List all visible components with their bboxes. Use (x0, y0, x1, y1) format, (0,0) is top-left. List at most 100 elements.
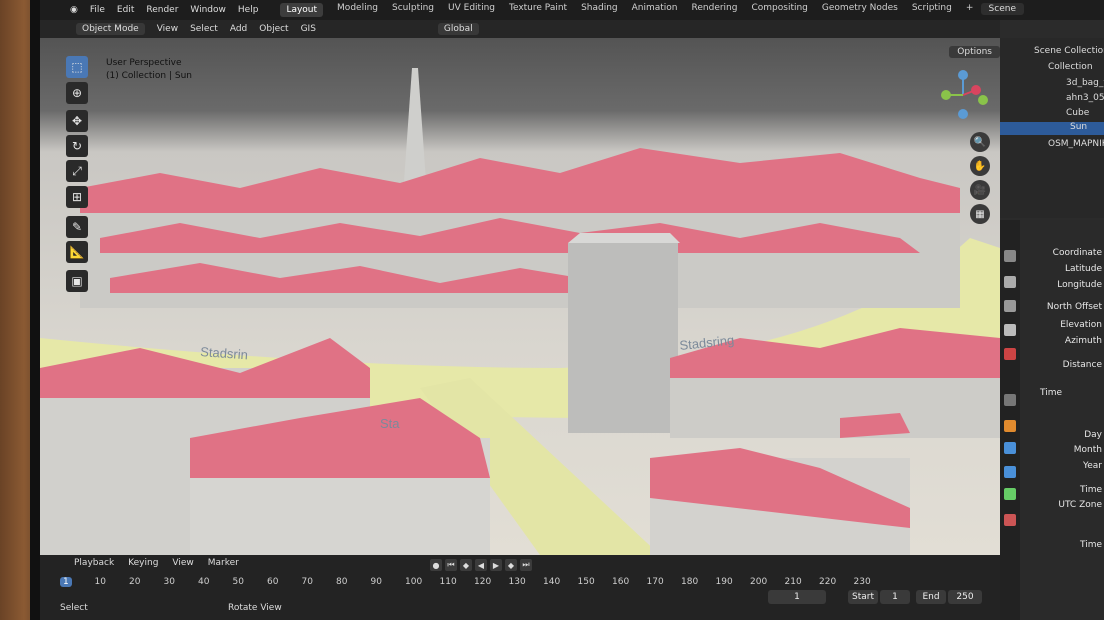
tab-shading[interactable]: Shading (581, 3, 618, 17)
outliner-scene-collection[interactable]: Scene Collection (1034, 46, 1104, 56)
outliner-osm-mapnik[interactable]: OSM_MAPNIK (1048, 139, 1104, 149)
record-icon[interactable]: ● (430, 559, 442, 571)
utc-zone-label: UTC Zone (1058, 500, 1102, 510)
outliner-ahn3[interactable]: ahn3_05 (1066, 93, 1104, 103)
menu-window[interactable]: Window (190, 5, 226, 15)
status-bar: Select Rotate View (40, 600, 1000, 620)
month-label: Month (1073, 445, 1102, 455)
object-tab-icon[interactable] (1004, 420, 1016, 432)
outliner-sun-selected[interactable]: Sun (1000, 122, 1104, 135)
menu-render[interactable]: Render (146, 5, 178, 15)
playback-menu[interactable]: Playback (74, 558, 114, 568)
menu-file[interactable]: File (90, 5, 105, 15)
modifier-tab-icon[interactable] (1004, 442, 1016, 454)
world-tab-icon[interactable] (1004, 394, 1016, 406)
keying-menu[interactable]: Keying (128, 558, 158, 568)
marker-menu[interactable]: Marker (208, 558, 239, 568)
azimuth-label: Azimuth (1064, 336, 1102, 346)
object-mode-dropdown[interactable]: Object Mode (76, 23, 145, 35)
menu-edit[interactable]: Edit (117, 5, 134, 15)
grid-icon[interactable]: ▦ (970, 204, 990, 224)
rotate-tool-icon[interactable]: ↻ (66, 135, 88, 157)
timeline-menus: Playback Keying View Marker (40, 558, 239, 568)
outliner-collection[interactable]: Collection (1048, 62, 1093, 72)
blender-logo-icon[interactable]: ◉ (70, 5, 78, 15)
scene-tab-icon[interactable] (1004, 348, 1016, 360)
select-tool-icon[interactable]: ⬚ (66, 56, 88, 78)
menu-view[interactable]: View (157, 24, 178, 34)
year-label: Year (1082, 461, 1102, 471)
frame-tick: 60 (267, 577, 279, 587)
time-section-header[interactable]: Time (1040, 388, 1062, 398)
data-tab-icon[interactable] (1004, 488, 1016, 500)
scene-selector[interactable]: Scene (980, 3, 1024, 15)
render-tab-icon[interactable] (1004, 276, 1016, 288)
workspace-tabs: Layout Modeling Sculpting UV Editing Tex… (280, 3, 973, 17)
options-dropdown[interactable]: Options (949, 46, 1000, 58)
annotate-tool-icon[interactable]: ✎ (66, 216, 88, 238)
play-reverse-icon[interactable]: ◀ (475, 559, 487, 571)
tab-geometry-nodes[interactable]: Geometry Nodes (822, 3, 898, 17)
outliner-3d-bag[interactable]: 3d_bag_v (1066, 78, 1104, 88)
measure-tool-icon[interactable]: 📐 (66, 241, 88, 263)
output-tab-icon[interactable] (1004, 300, 1016, 312)
menu-add[interactable]: Add (230, 24, 247, 34)
menu-gis[interactable]: GIS (301, 24, 316, 34)
view-perspective-label: User Perspective (106, 58, 182, 68)
frame-tick: 230 (853, 577, 871, 587)
tab-texture-paint[interactable]: Texture Paint (509, 3, 567, 17)
texture-tab-icon[interactable] (1004, 514, 1016, 526)
tab-layout[interactable]: Layout (280, 3, 324, 17)
pan-hand-icon[interactable]: ✋ (970, 156, 990, 176)
playback-controls: ● ⏮ ◆ ◀ ▶ ◆ ⏭ (430, 559, 532, 571)
cube-object[interactable] (568, 233, 680, 433)
frame-tick: 160 (612, 577, 630, 587)
view-layer-tab-icon[interactable] (1004, 324, 1016, 336)
move-tool-icon[interactable]: ✥ (66, 110, 88, 132)
city-scene: Stadsrin Stadsring Sta (40, 68, 1000, 555)
tab-rendering[interactable]: Rendering (692, 3, 738, 17)
frame-tick: 1 (60, 577, 72, 587)
frame-tick: 20 (129, 577, 141, 587)
tab-uv-editing[interactable]: UV Editing (448, 3, 495, 17)
map-label-sta: Sta (380, 416, 400, 431)
timeline-view-menu[interactable]: View (172, 558, 193, 568)
frame-tick: 180 (681, 577, 699, 587)
navigation-gizmo[interactable] (938, 70, 988, 120)
add-cube-tool-icon[interactable]: ▣ (66, 270, 88, 292)
menu-select[interactable]: Select (190, 24, 218, 34)
tab-sculpting[interactable]: Sculpting (392, 3, 434, 17)
viewport-header: Object Mode View Select Add Object GIS G… (40, 20, 1000, 38)
prev-key-icon[interactable]: ◆ (460, 559, 472, 571)
frame-ruler[interactable]: 1 10 20 30 40 50 60 70 80 90 100 110 120 130 140 150 160… (60, 577, 980, 593)
menu-help[interactable]: Help (238, 5, 259, 15)
camera-icon[interactable]: 🎥 (970, 180, 990, 200)
cursor-tool-icon[interactable]: ⊕ (66, 82, 88, 104)
jump-end-icon[interactable]: ⏭ (520, 559, 532, 571)
tab-modeling[interactable]: Modeling (337, 3, 378, 17)
jump-start-icon[interactable]: ⏮ (445, 559, 457, 571)
next-key-icon[interactable]: ◆ (505, 559, 517, 571)
frame-tick: 10 (94, 577, 106, 587)
play-icon[interactable]: ▶ (490, 559, 502, 571)
properties-tab-bar (1000, 220, 1020, 620)
orientation-dropdown[interactable]: Global (437, 23, 479, 35)
menu-object[interactable]: Object (259, 24, 288, 34)
coordinates-label: Coordinate (1052, 248, 1102, 258)
transform-tool-icon[interactable]: ⊞ (66, 186, 88, 208)
zoom-icon[interactable]: 🔍 (970, 132, 990, 152)
tab-compositing[interactable]: Compositing (751, 3, 807, 17)
properties-panel: Coordinate Latitude Longitude North Offs… (1000, 220, 1104, 620)
tab-scripting[interactable]: Scripting (912, 3, 952, 17)
frame-tick: 110 (439, 577, 457, 587)
outliner-cube[interactable]: Cube (1066, 108, 1089, 118)
add-workspace-icon[interactable]: + (966, 3, 974, 17)
frame-tick: 100 (405, 577, 423, 587)
tab-animation[interactable]: Animation (632, 3, 678, 17)
tool-tab-icon[interactable] (1004, 250, 1016, 262)
3d-viewport[interactable]: Stadsrin Stadsring Sta ⬚ ⊕ ✥ ↻ ⤢ ⊞ ✎ 📐 ▣… (40, 38, 1000, 555)
physics-tab-icon[interactable] (1004, 466, 1016, 478)
frame-tick: 220 (819, 577, 837, 587)
longitude-label: Longitude (1057, 280, 1102, 290)
scale-tool-icon[interactable]: ⤢ (66, 160, 88, 182)
